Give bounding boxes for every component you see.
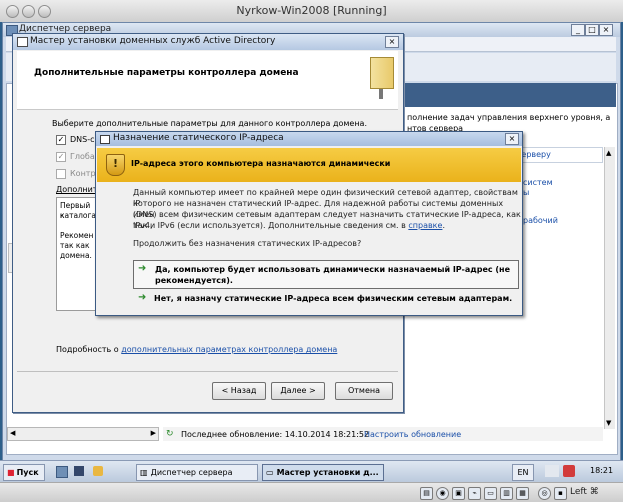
wizard-close-button[interactable]: × [385, 36, 399, 48]
start-button[interactable]: ■ Пуск [3, 464, 45, 481]
body-line-4: так и IPv6 (если используется). Дополнит… [133, 220, 445, 231]
warning-band: ! IP-адреса этого компьютера назначаются… [97, 148, 521, 182]
warning-message: IP-адреса этого компьютера назначаются д… [131, 159, 391, 168]
rodc-label: Контр [70, 169, 96, 178]
host-key-label: Left ⌘ [570, 487, 599, 497]
explorer-quicklaunch-icon[interactable] [93, 466, 103, 476]
option-yes-line2: рекомендуется). [155, 276, 233, 285]
refresh-settings-link[interactable]: Настроить обновление [364, 430, 461, 439]
powershell-quicklaunch-icon[interactable] [74, 466, 84, 476]
host-status-bar: ▤ ◉ ▣ ⌁ ▭ ▥ ▦ ◎ ▪ Left ⌘ [0, 482, 623, 502]
option-yes-line1: Да, компьютер будет использовать динамич… [155, 265, 510, 274]
arrow-right-icon: ➜ [138, 263, 147, 274]
language-indicator[interactable]: EN [512, 464, 534, 481]
next-button[interactable]: Далее > [271, 382, 325, 400]
systems-link[interactable]: систем [523, 178, 553, 187]
book-icon [370, 57, 394, 89]
host-window-title: Nyrkow-Win2008 [Running] [236, 4, 387, 17]
wizard-header: Дополнительные параметры контроллера дом… [17, 51, 398, 110]
dialog-window-icon [100, 135, 110, 144]
cd-status-icon[interactable]: ◉ [436, 487, 449, 500]
more-info-prefix: Подробность о [56, 345, 122, 354]
wizard-divider [17, 371, 398, 372]
info-line-4: Рекомен [60, 231, 94, 240]
windows-logo-icon: ■ [7, 468, 15, 477]
wizard-window-icon [17, 37, 28, 47]
cancel-button[interactable]: Отмена [335, 382, 393, 400]
systems-link-2[interactable]: ы [523, 188, 529, 197]
help-link[interactable]: справке [408, 221, 442, 230]
more-info-line: Подробность о дополнительных параметрах … [56, 345, 337, 354]
wizard-task-icon: ▭ [266, 468, 274, 477]
option-yes[interactable]: ➜ Да, компьютер будет использовать динам… [133, 260, 519, 289]
info-line-6: домена. [60, 251, 92, 260]
server-task-icon: ▥ [140, 468, 148, 477]
book-stand-icon [379, 89, 383, 99]
more-info-link[interactable]: дополнительных параметрах контроллера до… [121, 345, 337, 354]
shared-folder-status-icon[interactable]: ▭ [484, 487, 497, 500]
info-line-2: каталога [60, 211, 97, 220]
body-last-text: так и IPv6 (если используется). Дополнит… [133, 221, 409, 230]
global-catalog-label: Глоба [70, 152, 95, 161]
mouse-status-icon[interactable]: ◎ [538, 487, 551, 500]
display-status-icon[interactable]: ▦ [516, 487, 529, 500]
scroll-down-icon[interactable]: ▼ [606, 419, 611, 427]
scroll-right-icon[interactable]: ▶ [151, 429, 156, 437]
refresh-icon: ↻ [166, 429, 174, 439]
last-update-label: Последнее обновление: 14.10.2014 18:21:5… [181, 430, 370, 439]
taskbar: ■ Пуск ▥ Диспетчер сервера ▭ Мастер установ… [0, 460, 623, 483]
info-line-5: так как [60, 241, 90, 250]
network-status-icon[interactable]: ▥ [500, 487, 513, 500]
static-ip-title-bar: Назначение статического IP-адреса × [96, 132, 522, 146]
info-textbox: Первый к каталога Рекомен так как домена… [56, 197, 98, 311]
network-tray-icon[interactable] [545, 465, 559, 477]
capture-status-icon[interactable]: ▪ [554, 487, 567, 500]
minimize-button[interactable]: _ [571, 24, 585, 36]
task-server-manager[interactable]: ▥ Диспетчер сервера [136, 464, 258, 481]
scroll-up-icon[interactable]: ▲ [606, 149, 611, 157]
floppy-status-icon[interactable]: ▣ [452, 487, 465, 500]
wizard-instruction: Выберите дополнительные параметры для да… [52, 119, 367, 128]
wizard-page-title: Дополнительные параметры контроллера дом… [34, 68, 299, 78]
dns-checkbox[interactable]: ✓ [56, 135, 66, 145]
static-ip-dialog: Назначение статического IP-адреса × ! IP… [95, 131, 523, 316]
wizard-title-bar: Мастер установки доменных служб Active D… [13, 34, 403, 50]
scroll-left-icon[interactable]: ◀ [10, 429, 15, 437]
start-label: Пуск [16, 468, 39, 477]
vertical-scrollbar[interactable]: ▲ ▼ [604, 147, 615, 429]
rodc-checkbox[interactable] [56, 169, 66, 179]
security-tray-icon[interactable] [563, 465, 575, 477]
dns-label: DNS-с [70, 135, 95, 144]
server-manager-quicklaunch-icon[interactable] [56, 466, 68, 478]
status-bar: ↻ Последнее обновление: 14.10.2014 18:21… [163, 427, 603, 441]
task-wizard[interactable]: ▭ Мастер установки д... [262, 464, 384, 481]
usb-status-icon[interactable]: ⌁ [468, 487, 481, 500]
horizontal-scrollbar[interactable]: ◀ ▶ [7, 427, 159, 441]
info-label: Дополнит [56, 185, 98, 194]
hdd-status-icon[interactable]: ▤ [420, 487, 433, 500]
task-wizard-label: Мастер установки д... [276, 468, 379, 477]
back-button[interactable]: < Назад [212, 382, 266, 400]
wizard-title: Мастер установки доменных служб Active D… [30, 36, 276, 46]
option-no-label: Нет, я назначу статические IP-адреса все… [154, 294, 513, 303]
maximize-button[interactable]: □ [585, 24, 599, 36]
host-title-bar: Nyrkow-Win2008 [Running] [0, 0, 623, 23]
body-period: . [442, 221, 445, 230]
clock: 18:21 [590, 466, 614, 475]
question-text: Продолжить без назначения статических IP… [133, 239, 362, 248]
static-ip-title: Назначение статического IP-адреса [113, 133, 284, 143]
task-server-manager-label: Диспетчер сервера [150, 468, 233, 477]
server-manager-header-band [400, 83, 616, 107]
option-no[interactable]: ➜ Нет, я назначу статические IP-адреса в… [133, 292, 517, 306]
shield-warning-icon: ! [106, 154, 125, 176]
arrow-right-icon-2: ➜ [138, 292, 147, 303]
workgroup-link[interactable]: рабочий [523, 216, 558, 225]
close-button[interactable]: × [599, 24, 613, 36]
static-ip-close-button[interactable]: × [505, 133, 519, 145]
global-catalog-checkbox[interactable]: ✓ [56, 152, 66, 162]
